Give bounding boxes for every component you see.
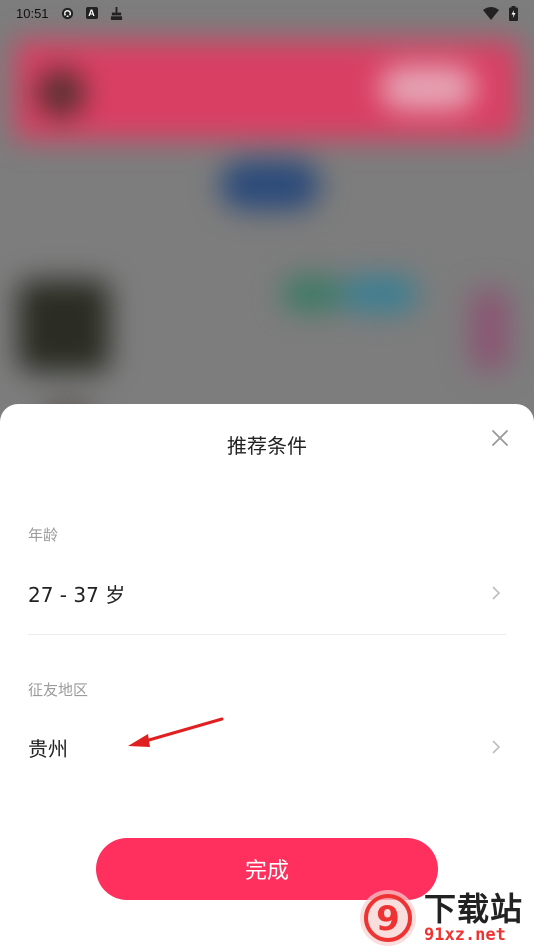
- bg-banner-button: [380, 66, 476, 110]
- age-row[interactable]: 27 - 37 岁: [28, 567, 506, 619]
- sheet-title: 推荐条件: [227, 434, 307, 458]
- bg-blue-pill: [220, 160, 320, 210]
- site-watermark: 9 下载站 91xz.net: [356, 886, 526, 950]
- bg-tag-teal: [342, 276, 418, 312]
- sync-icon: [61, 7, 73, 19]
- wifi-icon: [483, 6, 499, 20]
- chevron-right-icon: [492, 586, 501, 600]
- watermark-domain: 91xz.net: [424, 924, 506, 945]
- divider: [28, 634, 506, 635]
- battery-icon: [509, 5, 518, 21]
- watermark-logo-icon: 9: [356, 886, 420, 950]
- broom-icon: [110, 6, 122, 20]
- bg-avatar: [36, 68, 86, 118]
- bg-side-button: [470, 290, 510, 370]
- age-value: 27 - 37 岁: [28, 582, 126, 607]
- region-label: 征友地区: [28, 681, 89, 699]
- status-bar: 10:51 A: [0, 0, 534, 26]
- watermark-logo-text: 9: [376, 899, 400, 939]
- a-badge-icon: A: [85, 7, 98, 19]
- bg-profile-photo: [18, 280, 110, 372]
- status-time: 10:51: [16, 5, 49, 21]
- region-row[interactable]: 贵州: [28, 721, 506, 773]
- chevron-right-icon: [492, 740, 501, 754]
- recommend-conditions-sheet: 推荐条件 年龄 27 - 37 岁 征友地区 贵州 完成: [0, 404, 534, 952]
- region-value: 贵州: [28, 736, 68, 761]
- close-icon: [492, 430, 508, 446]
- close-button[interactable]: [490, 428, 510, 448]
- background-app-blurred: [0, 0, 534, 440]
- annotation-arrow-icon: [128, 717, 224, 747]
- watermark-brand: 下载站: [424, 889, 524, 928]
- bg-tag-green: [282, 276, 342, 312]
- age-label: 年龄: [28, 526, 59, 544]
